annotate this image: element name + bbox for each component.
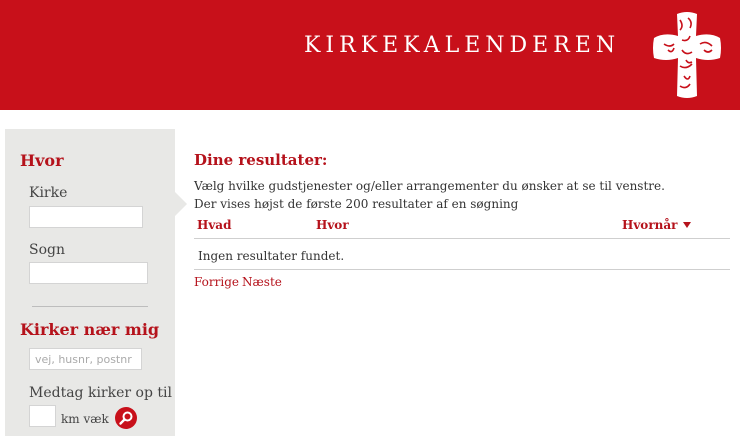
results-intro-line1: Vælg hvilke gudstjenester og/eller arran… [194,179,665,193]
address-input[interactable] [29,348,142,370]
site-title[interactable]: KIRKEKALENDEREN [304,33,620,58]
parish-label: Sogn [29,242,65,258]
site-header: KIRKEKALENDEREN [0,0,740,110]
no-results-message: Ingen resultater fundet. [198,249,345,263]
next-page-link[interactable]: Næste [242,275,282,289]
where-heading: Hvor [20,151,64,170]
parish-input[interactable] [29,262,148,284]
column-header-where[interactable]: Hvor [316,218,349,232]
sidebar-divider [32,306,148,307]
results-title: Dine resultater: [194,151,328,169]
column-header-what[interactable]: Hvad [197,218,231,232]
search-icon [119,411,133,425]
results-intro-line2: Der vises højst de første 200 resultater… [194,197,519,211]
cross-logo-icon[interactable] [652,10,722,100]
nearby-search-button[interactable] [115,407,137,429]
include-churches-label: Medtag kirker op til [29,385,172,401]
table-bottom-rule [194,269,730,270]
previous-page-link[interactable]: Forrige [194,275,239,289]
sidebar-pointer [175,192,187,216]
church-label: Kirke [29,185,68,201]
km-suffix: km væk [61,412,109,426]
sort-descending-icon[interactable] [683,222,691,228]
table-header-rule [194,238,730,239]
nearby-heading: Kirker nær mig [20,320,160,339]
km-input[interactable] [29,405,56,427]
column-header-when[interactable]: Hvornår [622,218,677,232]
church-input[interactable] [29,206,143,228]
